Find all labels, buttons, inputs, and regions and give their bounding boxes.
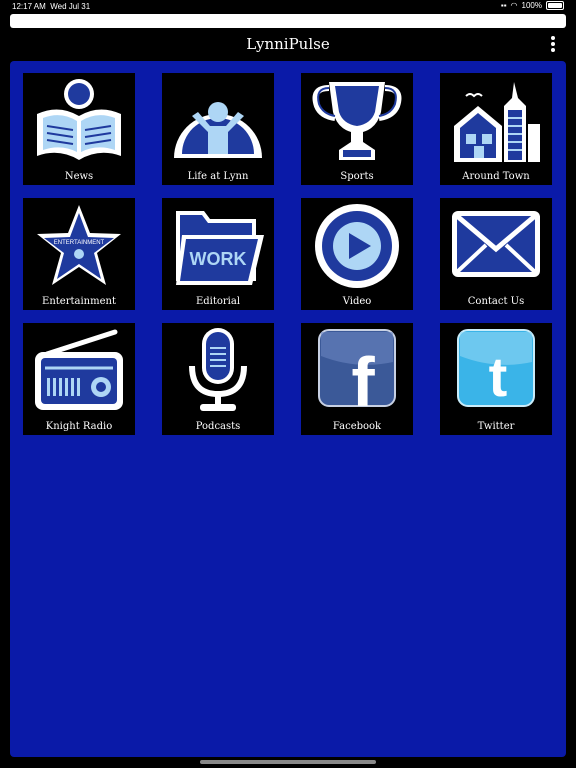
tile-label: Video — [342, 296, 372, 307]
newspaper-reader-icon — [37, 79, 121, 160]
home-indicator — [200, 760, 376, 764]
svg-text:WORK: WORK — [190, 249, 247, 269]
envelope-icon — [452, 211, 540, 277]
tile-label: Knight Radio — [45, 421, 113, 432]
battery-icon — [546, 1, 564, 10]
app-title: LynniPulse — [246, 35, 330, 53]
tile-life-at-lynn[interactable]: Life at Lynn — [162, 73, 274, 185]
tile-knight-radio[interactable]: Knight Radio — [23, 323, 135, 435]
cellular-icon: ▪▪ — [500, 1, 507, 10]
radio-icon — [35, 329, 123, 410]
facebook-icon: f — [318, 329, 396, 416]
tile-label: Life at Lynn — [187, 171, 249, 182]
menu-panel: News Life at Lynn Sports Around Town ENT… — [10, 61, 566, 757]
status-bar: 12:17 AM Wed Jul 31 ▪▪ ◠ 100% — [0, 0, 576, 14]
tile-entertainment[interactable]: ENTERTAINMENT Entertainment — [23, 198, 135, 310]
tile-around-town[interactable]: Around Town — [440, 73, 552, 185]
microphone-icon — [189, 328, 247, 411]
tile-editorial[interactable]: WORK Editorial — [162, 198, 274, 310]
tile-label: Facebook — [332, 421, 382, 432]
tile-video[interactable]: Video — [301, 198, 413, 310]
tile-label: Editorial — [195, 296, 241, 307]
folder-icon: WORK — [176, 211, 264, 285]
person-arms-up-icon — [174, 102, 262, 158]
battery-percent: 100% — [521, 1, 542, 10]
svg-text:f: f — [351, 343, 375, 416]
tile-label: Sports — [340, 171, 374, 182]
status-time: 12:17 AM Wed Jul 31 — [12, 2, 91, 11]
tile-contact-us[interactable]: Contact Us — [440, 198, 552, 310]
more-options-icon[interactable] — [550, 36, 556, 52]
city-buildings-icon — [454, 82, 540, 162]
tile-label: News — [64, 171, 94, 182]
tile-label: Entertainment — [42, 296, 116, 307]
tile-sports[interactable]: Sports — [301, 73, 413, 185]
tile-label: Around Town — [462, 171, 530, 182]
svg-text:t: t — [489, 345, 508, 408]
trophy-icon — [312, 82, 402, 160]
play-icon — [315, 204, 399, 288]
star-icon: ENTERTAINMENT — [37, 205, 121, 285]
twitter-icon: t — [457, 329, 535, 408]
tile-podcasts[interactable]: Podcasts — [162, 323, 274, 435]
tile-twitter[interactable]: t Twitter — [440, 323, 552, 435]
url-bar[interactable] — [10, 14, 566, 28]
tile-label: Podcasts — [195, 421, 241, 432]
tile-label: Contact Us — [467, 296, 525, 307]
tile-facebook[interactable]: f Facebook — [301, 323, 413, 435]
svg-text:ENTERTAINMENT: ENTERTAINMENT — [54, 240, 105, 246]
tile-news[interactable]: News — [23, 73, 135, 185]
wifi-icon: ◠ — [510, 1, 518, 10]
status-right: ▪▪ ◠ 100% — [501, 1, 564, 10]
tile-label: Twitter — [477, 421, 515, 432]
